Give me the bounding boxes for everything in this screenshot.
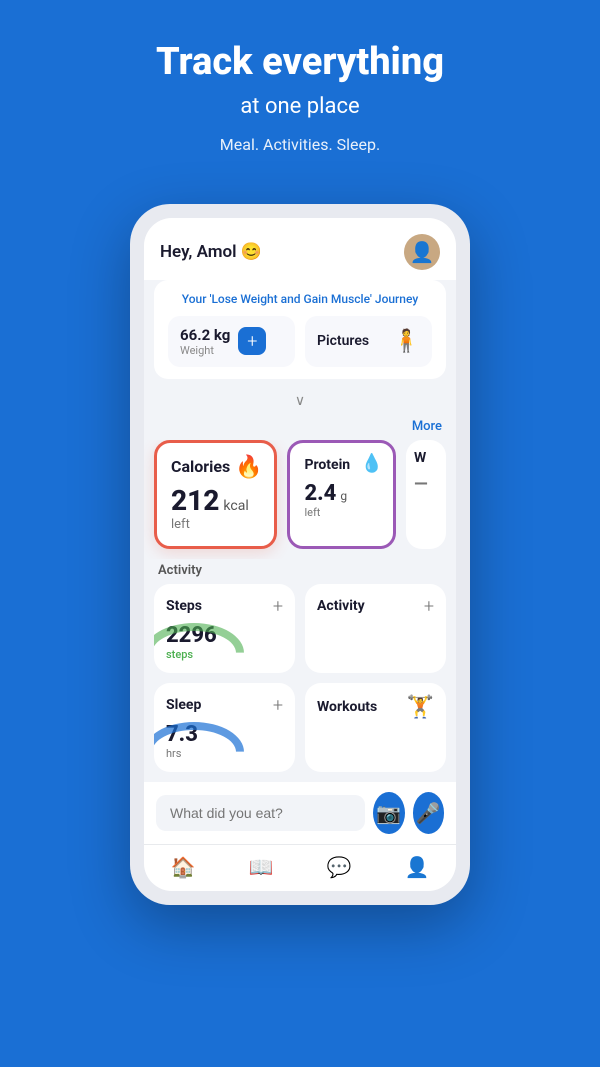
activity-add-icon[interactable]: + — [424, 596, 434, 617]
body-icon: 🧍 — [393, 329, 420, 354]
greeting-text: Hey, Amol 😊 — [160, 242, 262, 262]
calories-unit: kcal — [223, 498, 248, 514]
pictures-label: Pictures — [317, 333, 369, 349]
steps-title: Steps — [166, 598, 202, 614]
workouts-title: Workouts — [317, 699, 377, 715]
nav-chat[interactable]: 💬 — [327, 855, 352, 879]
hero-subtitle: at one place — [156, 94, 444, 119]
activity-grid: Steps + 2296 steps Activity + — [144, 584, 456, 683]
phone-shell: Hey, Amol 😊 👤 Your 'Lose Weight and Gain… — [130, 204, 470, 905]
workouts-header: Workouts 🏋️ — [317, 695, 434, 720]
steps-header: Steps + — [166, 596, 283, 617]
chat-icon: 💬 — [327, 855, 352, 879]
weight-info: 66.2 kg Weight — [180, 326, 230, 357]
nav-home[interactable]: 🏠 — [171, 855, 196, 879]
activity-header: Activity + — [317, 596, 434, 617]
w-label: W — [414, 450, 426, 466]
chevron-row[interactable]: ∨ — [144, 389, 456, 415]
workout-icon: 🏋️ — [407, 695, 434, 720]
sleep-add-icon[interactable]: + — [273, 695, 283, 716]
protein-value: 2.4 — [304, 481, 336, 506]
protein-unit: g — [340, 489, 347, 503]
sleep-header: Sleep + — [166, 695, 283, 716]
home-icon: 🏠 — [171, 855, 196, 879]
phone-mockup: Hey, Amol 😊 👤 Your 'Lose Weight and Gain… — [130, 204, 470, 905]
protein-sub: left — [304, 506, 379, 519]
profile-icon: 👤 — [405, 855, 430, 879]
activity-section-label: Activity — [144, 559, 456, 584]
protein-card[interactable]: Protein 💧 2.4 g left — [287, 440, 396, 549]
nutrition-row: Calories 🔥 212 kcal left Protein 💧 2.4 g — [144, 440, 456, 559]
steps-card[interactable]: Steps + 2296 steps — [154, 584, 295, 673]
weight-value: 66.2 kg — [180, 326, 230, 344]
activity-card[interactable]: Activity + — [305, 584, 446, 673]
book-icon: 📖 — [249, 855, 274, 879]
food-input[interactable] — [156, 795, 365, 831]
section-header: More — [144, 415, 456, 440]
more-link[interactable]: More — [412, 419, 442, 434]
journey-title: Your 'Lose Weight and Gain Muscle' Journ… — [168, 292, 432, 306]
journey-row: 66.2 kg Weight + Pictures 🧍 — [168, 316, 432, 367]
calories-value: 212 — [171, 484, 219, 517]
bottom-bar: 📷 🎤 — [144, 782, 456, 844]
sleep-card[interactable]: Sleep + 7.3 hrs — [154, 683, 295, 772]
hero-section: Track everything at one place Meal. Acti… — [136, 0, 464, 204]
calories-card[interactable]: Calories 🔥 212 kcal left — [154, 440, 277, 549]
nav-diary[interactable]: 📖 — [249, 855, 274, 879]
sleep-workouts-grid: Sleep + 7.3 hrs Workouts 🏋️ — [144, 683, 456, 782]
journey-card: Your 'Lose Weight and Gain Muscle' Journ… — [154, 280, 446, 379]
activity-title: Activity — [317, 598, 365, 614]
w-card: W — — [406, 440, 446, 549]
camera-button[interactable]: 📷 — [373, 792, 405, 834]
weight-card: 66.2 kg Weight + — [168, 316, 295, 367]
pictures-card[interactable]: Pictures 🧍 — [305, 316, 432, 367]
weight-label: Weight — [180, 344, 230, 357]
hero-tagline: Meal. Activities. Sleep. — [156, 135, 444, 154]
bottom-nav: 🏠 📖 💬 👤 — [144, 844, 456, 891]
add-weight-button[interactable]: + — [238, 327, 266, 355]
workouts-card[interactable]: Workouts 🏋️ — [305, 683, 446, 772]
calories-sub: left — [171, 517, 260, 532]
hero-title: Track everything — [156, 40, 444, 86]
mic-button[interactable]: 🎤 — [413, 792, 445, 834]
app-header: Hey, Amol 😊 👤 — [144, 218, 456, 280]
phone-screen: Hey, Amol 😊 👤 Your 'Lose Weight and Gain… — [144, 218, 456, 891]
sleep-title: Sleep — [166, 697, 201, 713]
avatar[interactable]: 👤 — [404, 234, 440, 270]
steps-add-icon[interactable]: + — [273, 596, 283, 617]
w-dash: — — [414, 474, 428, 495]
droplet-icon: 💧 — [361, 453, 383, 474]
nav-profile[interactable]: 👤 — [405, 855, 430, 879]
flame-icon: 🔥 — [235, 455, 262, 480]
